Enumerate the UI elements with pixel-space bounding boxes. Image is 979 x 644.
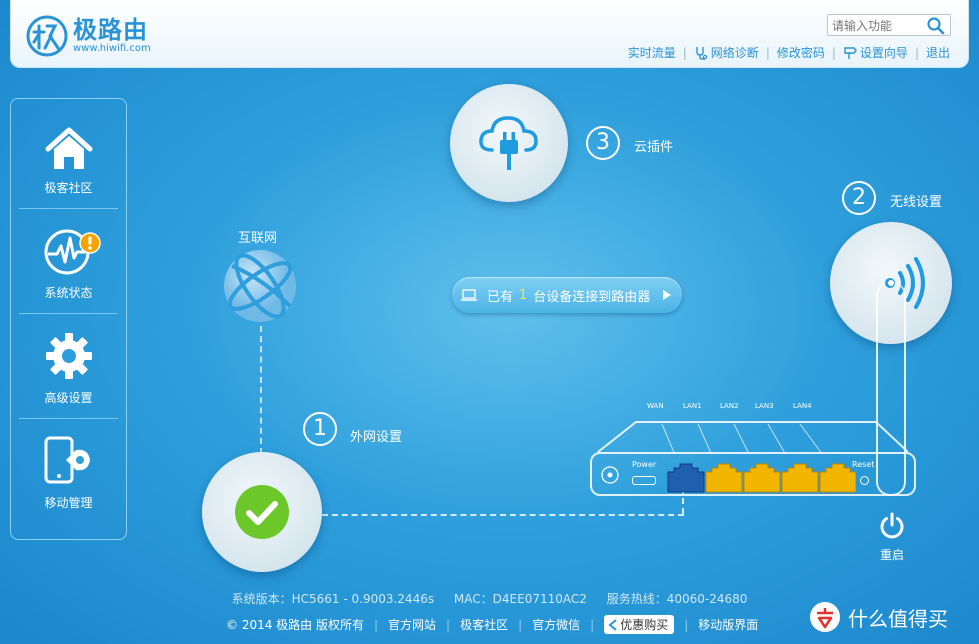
divider: | — [831, 45, 836, 60]
official-wechat-link[interactable]: 官方微信 — [532, 616, 580, 633]
mobile-version-link[interactable]: 移动版界面 — [698, 616, 758, 633]
wan-connector — [322, 514, 684, 516]
power-label: Power — [632, 460, 657, 469]
power-icon — [880, 512, 904, 539]
warning-badge-icon — [78, 232, 101, 254]
sidebar-item-advanced-settings[interactable]: 高级设置 — [11, 309, 126, 414]
divider: | — [373, 617, 379, 632]
divider: | — [765, 45, 770, 60]
sidebar: 极客社区 系统状态 高级设置 移动管理 — [10, 98, 127, 540]
antenna-tip — [888, 280, 894, 286]
service-hotline: 服务热线：40060-24680 — [606, 592, 748, 606]
logo[interactable]: 极路由 www.hiwifi.com — [25, 14, 151, 58]
mac-address: MAC：D4EE07110AC2 — [453, 592, 587, 606]
reboot-button[interactable]: 重启 — [873, 512, 911, 563]
globe-icon — [224, 250, 296, 322]
footer-links: © 2014 极路由 版权所有 | 官方网站 | 极客社区 | 官方微信 | 优… — [226, 615, 758, 634]
step-3-number: 3 — [586, 126, 620, 160]
port-label-lan2: LAN2 — [720, 402, 739, 410]
logout-link[interactable]: 退出 — [926, 44, 950, 61]
step-1-number: 1 — [303, 412, 337, 446]
smzdm-logo-icon — [810, 602, 840, 632]
sidebar-item-geek-community[interactable]: 极客社区 — [11, 99, 126, 204]
router-body: Power Reset — [590, 452, 916, 496]
power-button — [632, 476, 656, 485]
watermark-text: 什么值得买 — [848, 606, 948, 631]
port-label-wan: WAN — [647, 402, 664, 410]
check-icon — [235, 485, 289, 539]
signpost-icon — [844, 46, 857, 59]
reset-pinhole — [860, 476, 869, 485]
status-prefix: 已有 — [487, 289, 514, 305]
step-2-number: 2 — [842, 181, 876, 215]
stethoscope-icon — [696, 46, 707, 60]
wan-settings-label[interactable]: 外网设置 — [350, 426, 402, 445]
sidebar-item-system-status[interactable]: 系统状态 — [11, 204, 126, 309]
router-top-outline — [597, 421, 909, 454]
wireless-settings-label[interactable]: 无线设置 — [890, 191, 942, 210]
internet-connector — [260, 326, 262, 454]
change-password-link[interactable]: 修改密码 — [777, 44, 825, 61]
home-icon — [45, 127, 92, 169]
mobile-icon — [44, 436, 90, 484]
search-input[interactable] — [828, 16, 924, 36]
network-diagnose-link[interactable]: 网络诊断 — [694, 44, 759, 61]
cloud-plugin-label[interactable]: 云插件 — [634, 136, 673, 155]
search-icon[interactable] — [926, 16, 946, 36]
top-links: 实时流量 | 网络诊断 | 修改密码 | 设置向导 | 退出 — [628, 44, 950, 61]
device-count: 1 — [519, 287, 528, 303]
port-label-lan1: LAN1 — [683, 402, 702, 410]
internet-label: 互联网 — [238, 231, 278, 246]
divider: | — [914, 45, 919, 60]
port-label-lan3: LAN3 — [755, 402, 774, 410]
top-bar: 极路由 www.hiwifi.com 实时流量 | 网络诊断 | 修改密码 | … — [10, 0, 969, 68]
sidebar-item-label: 系统状态 — [44, 286, 93, 300]
play-arrow-icon — [663, 290, 671, 300]
brand-name: 极路由 — [73, 16, 148, 44]
cloud-plugin-node[interactable] — [450, 84, 568, 202]
brand-url: www.hiwifi.com — [73, 43, 151, 54]
divider: | — [684, 617, 689, 632]
sidebar-item-label: 极客社区 — [44, 181, 93, 195]
realtime-traffic-link[interactable]: 实时流量 — [628, 44, 676, 61]
wan-settings-node[interactable] — [202, 452, 322, 572]
connected-devices-button[interactable]: 已有 1 台设备连接到路由器 — [452, 277, 682, 313]
hiwifi-logo-icon — [26, 15, 68, 57]
status-suffix: 台设备连接到路由器 — [533, 289, 651, 305]
geek-community-link[interactable]: 极客社区 — [460, 616, 508, 633]
copyright: © 2014 极路由 版权所有 — [226, 618, 364, 632]
tag-icon — [608, 618, 617, 631]
sidebar-item-label: 移动管理 — [44, 496, 93, 510]
official-site-link[interactable]: 官方网站 — [388, 616, 436, 633]
power-socket-icon — [601, 466, 619, 484]
watermark: 什么值得买 — [808, 600, 948, 634]
firmware-version: 系统版本：HC5661 - 0.9003.2446s — [231, 592, 435, 606]
reset-label: Reset — [852, 460, 875, 469]
ethernet-ports — [667, 463, 856, 493]
divider: | — [682, 45, 687, 60]
divider: | — [590, 617, 595, 632]
reboot-label: 重启 — [879, 548, 904, 562]
cloud-plug-icon — [479, 116, 538, 170]
search-box — [827, 14, 951, 36]
gear-icon — [45, 333, 92, 379]
divider: | — [446, 617, 451, 632]
laptop-icon — [461, 289, 477, 301]
coupon-buy-link[interactable]: 优惠购买 — [604, 615, 675, 634]
sidebar-item-label: 高级设置 — [44, 391, 93, 405]
sidebar-item-mobile-management[interactable]: 移动管理 — [11, 414, 126, 519]
port-label-lan4: LAN4 — [793, 402, 812, 410]
setup-wizard-link[interactable]: 设置向导 — [843, 44, 908, 61]
divider: | — [518, 617, 523, 632]
